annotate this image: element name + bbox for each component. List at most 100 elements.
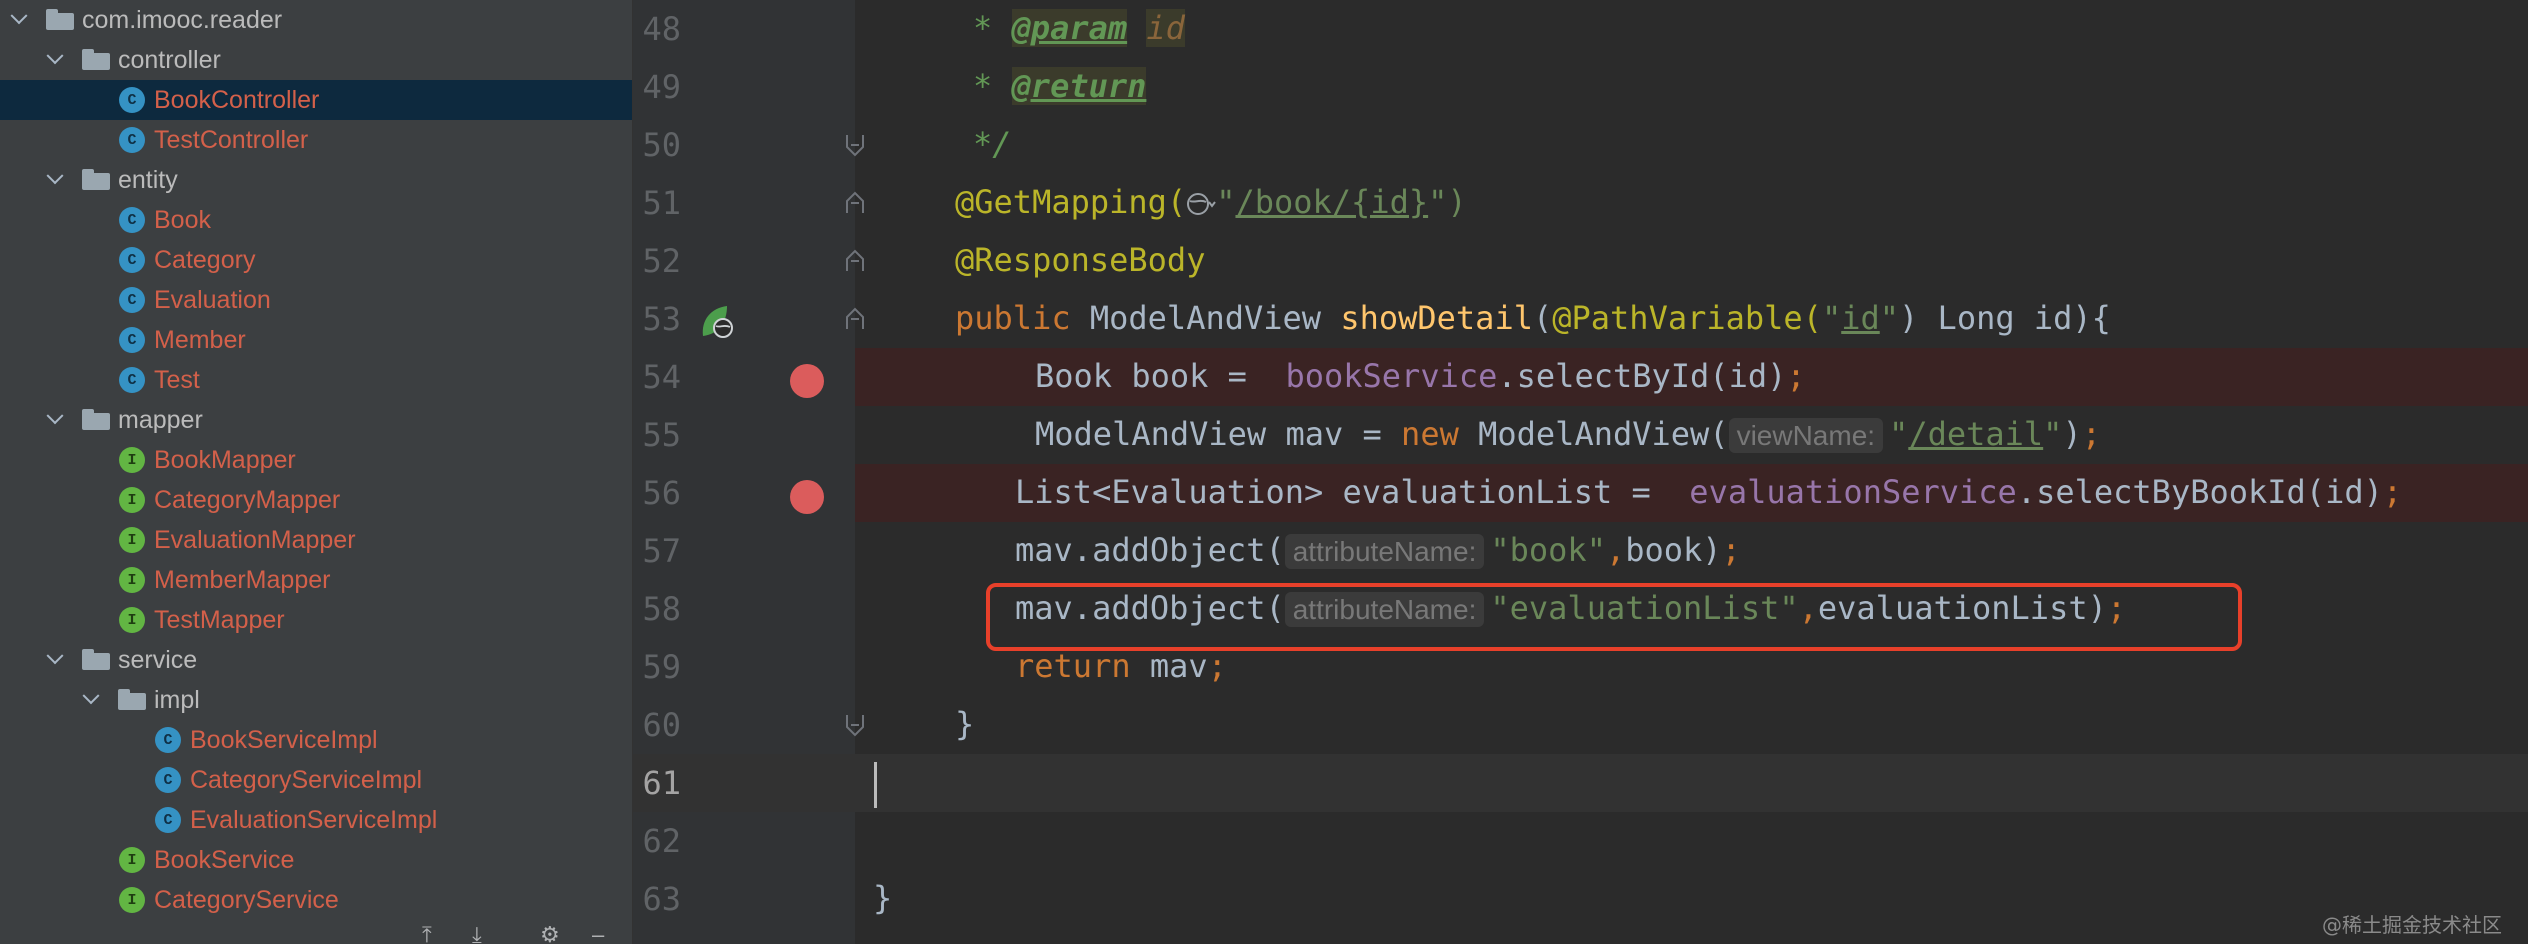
code-line: 51 @GetMapping("/book/{id}") [633,174,2528,232]
closing-brace: } [873,879,893,917]
fold-end-icon[interactable] [845,133,865,157]
tree-node-package-root[interactable]: com.imooc.reader [0,0,632,40]
tree-node-class-bookserviceimpl[interactable]: C BookServiceImpl [0,720,632,760]
web-globe-icon[interactable] [1186,190,1216,218]
closing-brace: } [955,705,975,743]
chevron-down-icon[interactable] [80,689,102,711]
tree-node-package-controller[interactable]: controller [0,40,632,80]
tree-node-package-service[interactable]: service [0,640,632,680]
expand-all-icon[interactable]: ⤓ [472,924,482,944]
tree-node-interface-membermapper[interactable]: I MemberMapper [0,560,632,600]
code-text: mav.addObject(attributeName: "book",book)… [1015,531,1741,569]
code-line-breakpoint: 56 List<Evaluation> evaluationList = eva… [633,464,2528,522]
tree-node-class-test[interactable]: C Test [0,360,632,400]
breakpoint-icon[interactable] [790,364,824,398]
parameter-hint: viewName: [1728,418,1884,453]
tree-node-label: BookMapper [154,445,296,474]
code-editor[interactable]: 48 * @param id 49 * @return 50 */ 51 @Ge… [633,0,2528,944]
tree-node-class-testcontroller[interactable]: C TestController [0,120,632,160]
chevron-down-icon[interactable] [44,169,66,191]
line-number: 53 [642,300,681,338]
javadoc-return-tag: @return [1011,67,1147,105]
tree-node-interface-categorymapper[interactable]: I CategoryMapper [0,480,632,520]
keyword-new: new [1401,415,1479,453]
code-token: List<Evaluation> evaluationList = [1015,473,1690,511]
tree-node-label: BookService [154,845,295,874]
fold-start-icon[interactable] [845,249,865,273]
code-line: 49 * @return [633,58,2528,116]
code-line: 50 */ [633,116,2528,174]
code-line: 48 * @param id [633,0,2528,58]
view-name-string[interactable]: /detail [1908,415,2043,453]
tree-node-interface-bookservice[interactable]: I BookService [0,840,632,880]
tree-node-label: Evaluation [154,285,271,314]
code-text: Book book = bookService.selectById(id); [1035,357,1806,395]
annotation-responsebody: @ResponseBody [955,241,1206,279]
collapse-all-icon[interactable]: ⤒ [422,924,432,944]
code-token: mav [1149,647,1208,685]
annotation-getmapping: @GetMapping( [955,183,1187,221]
parameter-hint: attributeName: [1284,534,1485,569]
tree-node-label: TestMapper [154,605,285,634]
fold-end-icon[interactable] [845,713,865,737]
tree-node-class-categoryserviceimpl[interactable]: C CategoryServiceImpl [0,760,632,800]
package-folder-icon [82,49,110,70]
package-folder-icon [46,9,74,30]
code-token: book) [1625,531,1722,569]
line-number: 59 [642,648,681,686]
tree-node-class-book[interactable]: C Book [0,200,632,240]
code-line: 55 ModelAndView mav = new ModelAndView(v… [633,406,2528,464]
breakpoint-icon[interactable] [790,480,824,514]
tree-node-interface-bookmapper[interactable]: I BookMapper [0,440,632,480]
code-text: */ [973,125,1012,163]
tree-node-label: Category [154,245,256,274]
method-name: showDetail [1340,299,1533,337]
javadoc-param-name: id [1146,9,1185,47]
tree-node-class-category[interactable]: C Category [0,240,632,280]
tree-node-class-evaluation[interactable]: C Evaluation [0,280,632,320]
chevron-down-icon[interactable] [8,9,30,31]
tree-node-interface-categoryservice[interactable]: I CategoryService [0,880,632,920]
web-endpoint-gutter-icon[interactable] [697,302,737,342]
class-icon: C [155,767,181,793]
code-token: ModelAndView mav = [1035,415,1402,453]
project-tree-panel: com.imooc.reader controller C BookContro… [0,0,633,944]
minimize-icon[interactable]: – [592,924,604,944]
code-line-current: 61 [633,754,2528,812]
path-variable-name[interactable]: id [1841,299,1880,337]
tree-node-class-evaluationserviceimpl[interactable]: C EvaluationServiceImpl [0,800,632,840]
tree-node-class-bookcontroller[interactable]: C BookController [0,80,632,120]
code-text: } [873,879,892,917]
chevron-down-icon[interactable] [44,409,66,431]
code-line: 63 } [633,870,2528,928]
fold-start-icon[interactable] [845,191,865,215]
project-panel-toolbar: ⤒ ⤓ ⚙ – [0,918,632,944]
code-line: 62 [633,812,2528,870]
chevron-down-icon[interactable] [44,49,66,71]
keyword-public: public [955,299,1090,337]
class-icon: C [119,127,145,153]
tree-node-package-mapper[interactable]: mapper [0,400,632,440]
interface-icon: I [119,607,145,633]
semicolon: ; [1207,647,1227,685]
fold-start-icon[interactable] [845,307,865,331]
tree-node-package-impl[interactable]: impl [0,680,632,720]
tree-node-interface-testmapper[interactable]: I TestMapper [0,600,632,640]
interface-icon: I [119,847,145,873]
code-text: return mav; [1015,647,1227,685]
tree-node-label: mapper [118,405,203,434]
request-mapping-url[interactable]: /book/{id} [1235,183,1428,221]
string-quote: " [1821,299,1842,337]
doc-comment-end: */ [973,125,1012,163]
tree-node-interface-evaluationmapper[interactable]: I EvaluationMapper [0,520,632,560]
class-icon: C [119,287,145,313]
tree-node-package-entity[interactable]: entity [0,160,632,200]
code-line: 52 @ResponseBody [633,232,2528,290]
chevron-down-icon[interactable] [44,649,66,671]
interface-icon: I [119,887,145,913]
code-text: List<Evaluation> evaluationList = evalua… [1015,473,2402,511]
tree-node-class-member[interactable]: C Member [0,320,632,360]
doc-comment-star: * [973,9,1012,47]
gear-icon[interactable]: ⚙ [540,924,560,944]
line-number: 62 [642,822,681,860]
